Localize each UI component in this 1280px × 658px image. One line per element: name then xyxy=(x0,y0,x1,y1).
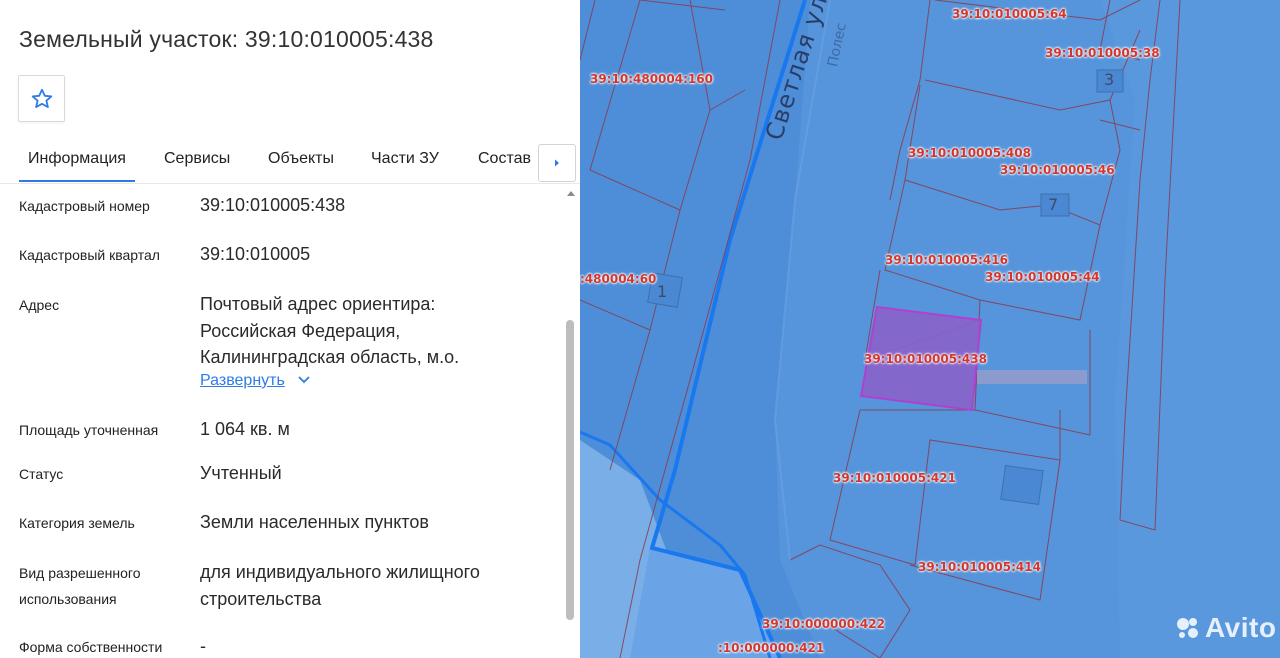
parcel-label[interactable]: 39:10:010005:46 xyxy=(1000,163,1115,177)
row-value: - xyxy=(200,636,206,656)
page-title: Земельный участок: 39:10:010005:438 xyxy=(19,26,434,52)
watermark-text: Avito xyxy=(1205,612,1277,643)
row-label: Кадастровый квартал xyxy=(19,247,160,263)
parcel-label[interactable]: 39:10:010005:414 xyxy=(918,560,1041,574)
tab-bar: Информация Сервисы Объекты Части ЗУ Сост… xyxy=(0,135,580,184)
info-panel: Земельный участок: 39:10:010005:438 Инфо… xyxy=(0,0,580,658)
row-label: Адрес xyxy=(19,297,60,313)
chevron-right-icon xyxy=(555,159,559,167)
tab-objects[interactable]: Объекты xyxy=(268,150,334,168)
row-label: Вид разрешенного использования xyxy=(19,565,141,607)
expand-link[interactable]: Развернуть xyxy=(200,372,311,390)
tab-information[interactable]: Информация xyxy=(19,150,135,182)
parcel-label[interactable]: 39:10:010005:38 xyxy=(1045,46,1160,60)
building-number: 3 xyxy=(1104,70,1115,89)
row-value: 1 064 кв. м xyxy=(200,419,290,439)
tab-composition[interactable]: Состав xyxy=(478,150,531,168)
chevron-down-icon xyxy=(298,376,310,384)
row-label: Кадастровый номер xyxy=(19,198,150,214)
building-number: 7 xyxy=(1048,195,1059,214)
row-value: 39:10:010005:438 xyxy=(200,195,346,215)
building-number: 1 xyxy=(657,282,668,301)
row-label: Статус xyxy=(19,466,64,482)
tab-services[interactable]: Сервисы xyxy=(164,150,230,168)
parcel-label[interactable]: 39:10:010005:438 xyxy=(864,352,987,366)
parcel-label[interactable]: 39:10:480004:160 xyxy=(590,72,713,86)
tab-parts[interactable]: Части ЗУ xyxy=(371,150,439,168)
parcel-label[interactable]: 39:10:010005:416 xyxy=(885,253,1008,267)
parcel-label[interactable]: 39:10:010005:421 xyxy=(833,471,956,485)
row-label: Категория земель xyxy=(19,515,135,531)
row-label: Площадь уточненная xyxy=(19,422,159,438)
favorite-button[interactable] xyxy=(18,75,65,122)
row-value: Почтовый адрес ориентира: Российская Фед… xyxy=(200,294,460,367)
row-value: для индивидуального жилищного строительс… xyxy=(200,562,480,609)
parcel-label[interactable]: 39:10:010005:64 xyxy=(952,7,1067,21)
parcel-label[interactable]: 39:10:010005:44 xyxy=(985,270,1100,284)
scrollbar-thumb[interactable] xyxy=(566,320,574,620)
row-value: Земли населенных пунктов xyxy=(200,512,429,532)
cadastral-map[interactable]: Светлая улица Полес 3 7 1 39:10:010005:6… xyxy=(580,0,1280,658)
scroll-up-arrow-icon xyxy=(567,191,575,196)
expand-link-label: Развернуть xyxy=(200,372,285,389)
parcel-label[interactable]: :480004:60 xyxy=(580,272,656,286)
parcel-label[interactable]: 39:10:010005:408 xyxy=(908,146,1031,160)
parcel-label[interactable]: 39:10:000000:422 xyxy=(762,617,885,631)
row-value: 39:10:010005 xyxy=(200,244,311,264)
parcel-label[interactable]: :10:000000:421 xyxy=(718,641,824,655)
star-icon xyxy=(31,88,52,108)
avito-watermark: Avito xyxy=(1175,612,1276,644)
row-label: Форма собственности xyxy=(19,639,163,655)
row-value: Учтенный xyxy=(200,463,282,483)
tabs-scroll-right-button[interactable] xyxy=(538,144,576,182)
avito-logo-icon xyxy=(1177,618,1198,638)
